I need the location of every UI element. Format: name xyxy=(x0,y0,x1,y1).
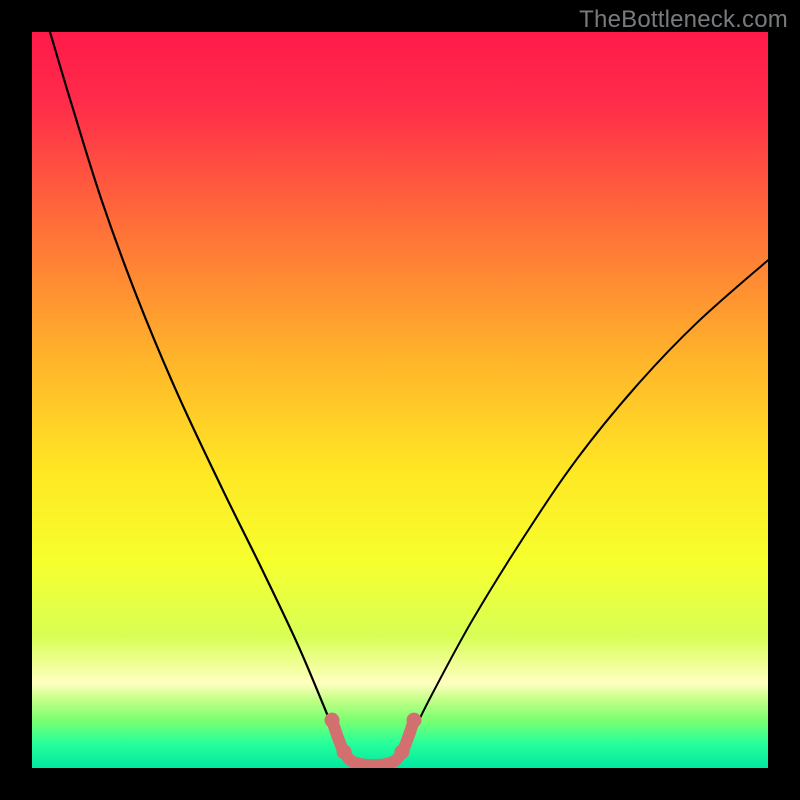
gradient-background xyxy=(32,32,768,768)
series-link-shape-dot xyxy=(325,713,340,728)
plot-area xyxy=(32,32,768,768)
series-link-shape-dot xyxy=(337,744,352,759)
watermark-text: TheBottleneck.com xyxy=(579,6,788,34)
outer-frame: TheBottleneck.com xyxy=(0,0,800,800)
chart-svg xyxy=(32,32,768,768)
series-link-shape-dot xyxy=(395,744,410,759)
series-link-shape-dot xyxy=(407,713,422,728)
